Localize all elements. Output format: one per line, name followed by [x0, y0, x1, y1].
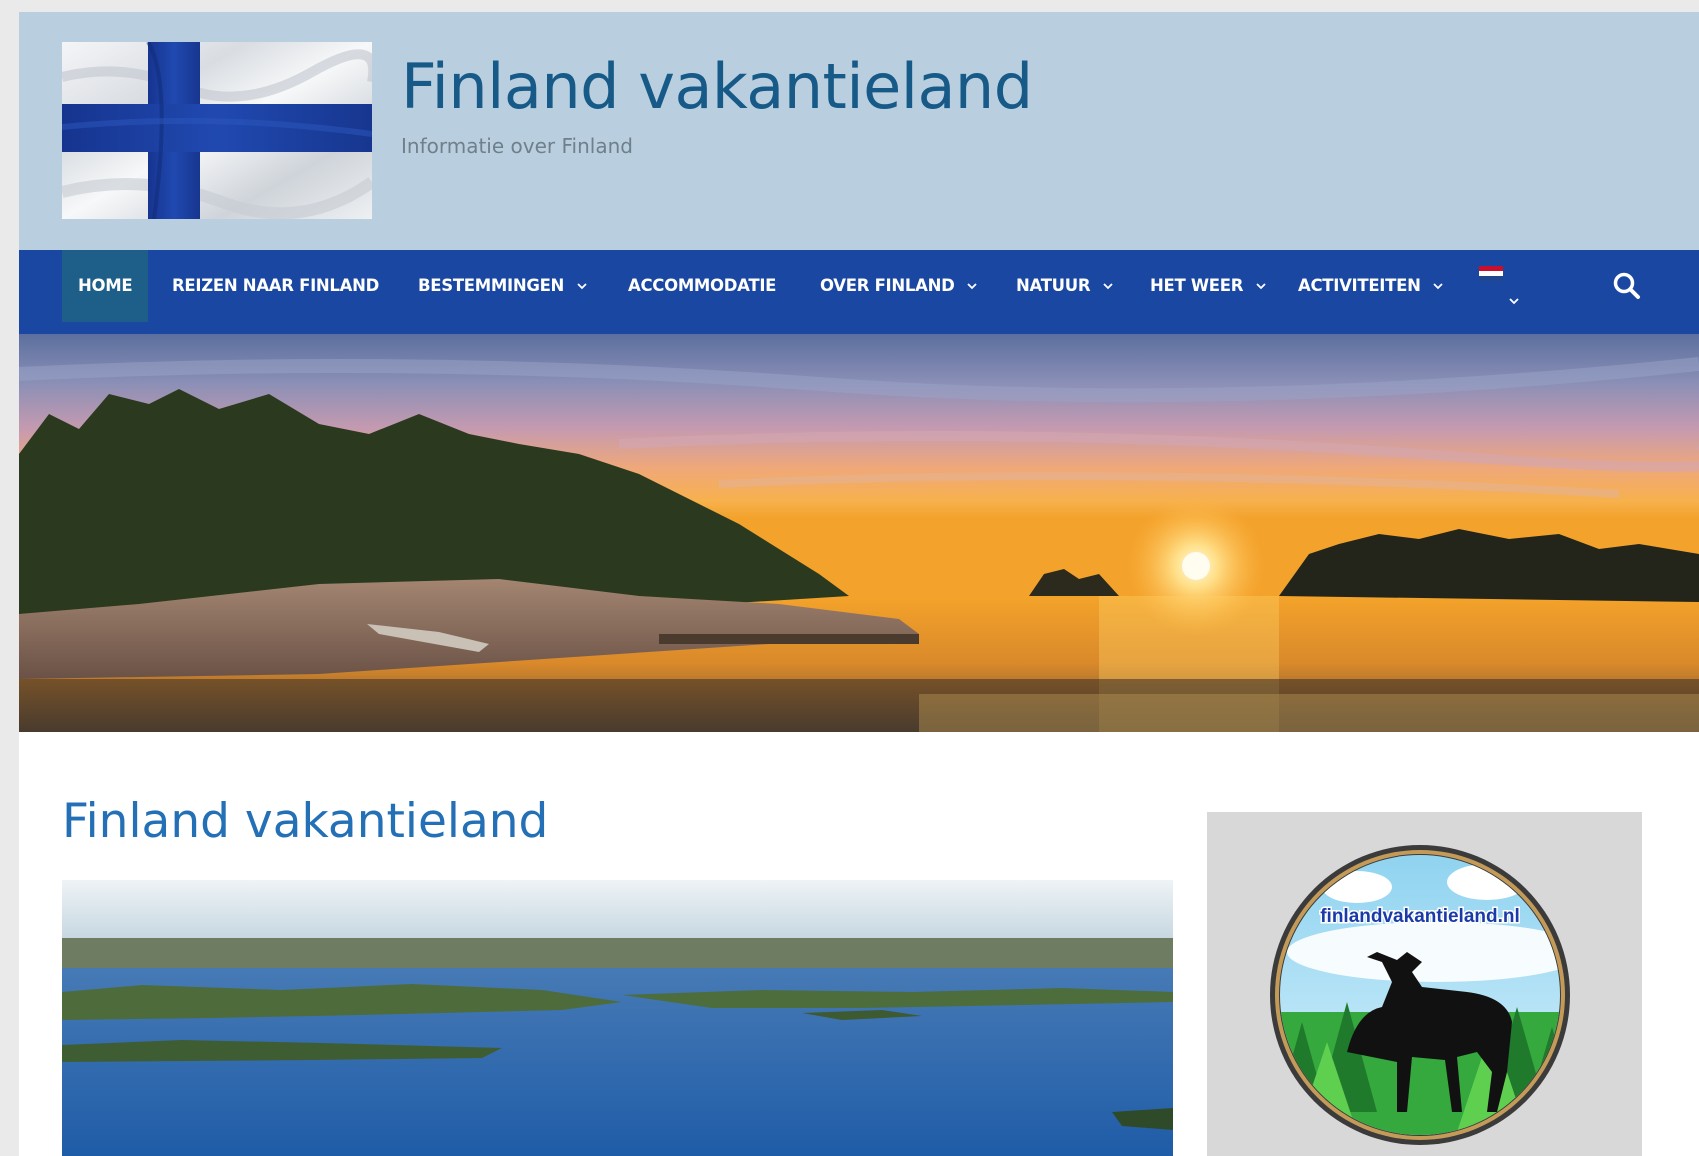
nav-item-label: ACTIVITEITEN — [1298, 276, 1421, 295]
nav-item-label: OVER FINLAND — [820, 276, 955, 295]
chevron-down-icon — [1433, 283, 1443, 290]
dutch-flag-icon — [1479, 266, 1503, 281]
sunset-lake-image — [19, 334, 1699, 732]
sidebar-logo-widget: finlandvakantieland.nl — [1207, 812, 1642, 1156]
nav-item-label: HET WEER — [1150, 276, 1244, 295]
chevron-down-icon — [1255, 283, 1266, 290]
chevron-down-icon — [1509, 298, 1519, 305]
nav-item-bestemmingen[interactable]: BESTEMMINGEN — [418, 250, 587, 322]
nav-item-over-finland[interactable]: OVER FINLAND — [820, 250, 977, 322]
nav-item-label: NATUUR — [1016, 276, 1091, 295]
site-header: Finland vakantieland Informatie over Fin… — [19, 12, 1699, 250]
site-tagline: Informatie over Finland — [401, 134, 633, 158]
finland-flag-icon — [62, 42, 372, 219]
nav-item-reizen-naar-finland[interactable]: REIZEN NAAR FINLAND — [172, 250, 379, 322]
search-icon — [1613, 272, 1640, 299]
page: Finland vakantieland Informatie over Fin… — [19, 12, 1699, 1156]
main-navigation: HOME REIZEN NAAR FINLAND BESTEMMINGEN AC… — [19, 250, 1699, 334]
nav-item-label: REIZEN NAAR FINLAND — [172, 276, 380, 295]
finland-flag-logo[interactable] — [62, 42, 372, 219]
chevron-down-icon — [1103, 283, 1113, 290]
nav-item-activiteiten[interactable]: ACTIVITEITEN — [1298, 250, 1443, 322]
nav-item-home[interactable]: HOME — [62, 250, 149, 322]
nav-item-label: ACCOMMODATIE — [628, 276, 777, 295]
nav-item-natuur[interactable]: NATUUR — [1016, 250, 1113, 322]
moose-logo-icon[interactable]: finlandvakantieland.nl — [1207, 812, 1642, 1156]
page-title: Finland vakantieland — [62, 794, 549, 849]
nav-item-label: BESTEMMINGEN — [418, 276, 565, 295]
nav-item-label: HOME — [78, 276, 133, 295]
chevron-down-icon — [967, 283, 977, 290]
lake-landscape-image — [62, 880, 1173, 1156]
chevron-down-icon — [576, 283, 587, 290]
language-switcher[interactable] — [1479, 266, 1523, 326]
site-title[interactable]: Finland vakantieland — [401, 50, 1033, 123]
search-button[interactable] — [1611, 270, 1643, 302]
lake-aerial-image — [62, 880, 1173, 1156]
nav-item-het-weer[interactable]: HET WEER — [1150, 250, 1266, 322]
hero-banner — [19, 334, 1699, 732]
nav-item-accommodatie[interactable]: ACCOMMODATIE — [628, 250, 776, 322]
logo-text: finlandvakantieland.nl — [1320, 906, 1520, 927]
